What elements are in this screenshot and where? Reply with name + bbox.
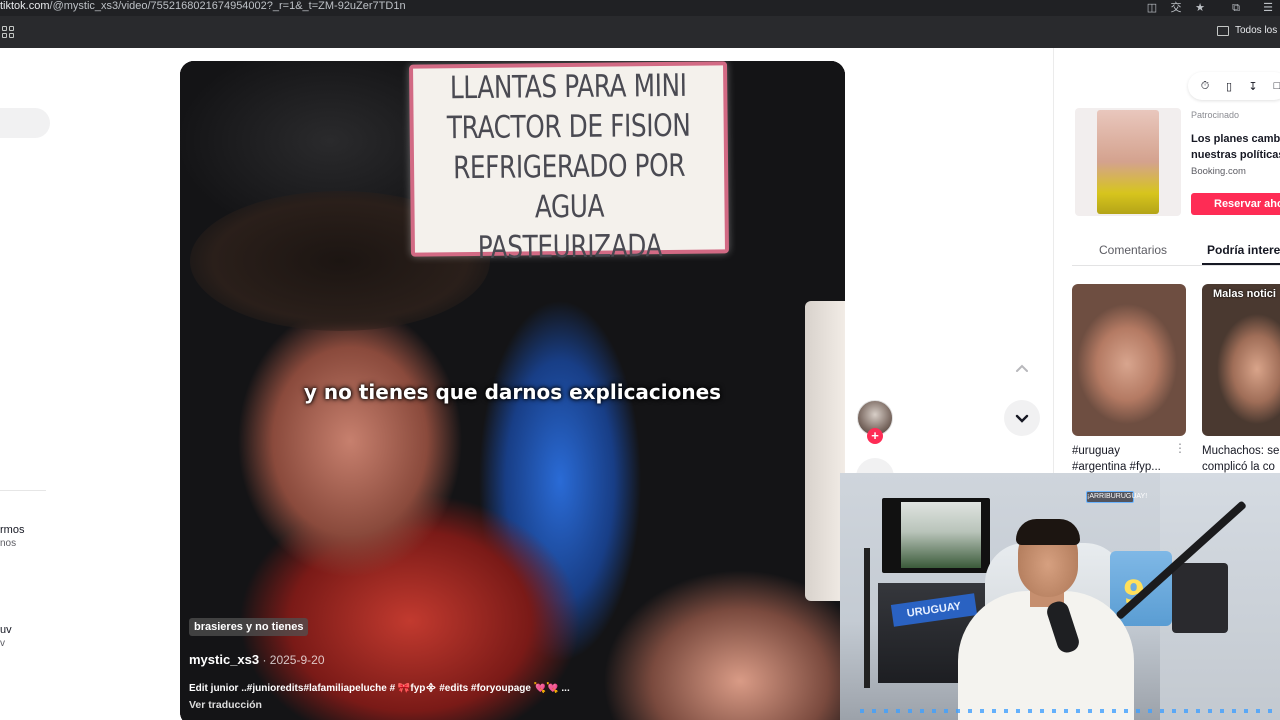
ad-title-line: nuestras políticas [1191,149,1280,161]
sidebar-item-label[interactable]: rmos [0,524,24,536]
url-text[interactable]: tiktok.com/@mystic_xs3/video/75521680216… [0,0,406,13]
active-tab-indicator [1202,263,1280,265]
bookmark-folder-all[interactable]: Todos los m [1217,25,1280,36]
video-actions-bar: ⏱ ▯ ↧ □ [1188,72,1280,100]
translate-link[interactable]: Ver traducción [189,699,262,711]
ad-thumbnail[interactable] [1075,108,1181,216]
previous-video-button[interactable] [1004,351,1040,387]
sign-line: TRACTOR DE FISION [446,107,691,147]
video-subtitle: y no tienes que darnos explicaciones [303,380,722,404]
sidebar-item-sub: nos [0,538,17,549]
panel-divider [1053,48,1054,478]
webcam-tv-screen [901,502,981,568]
apps-grid-icon[interactable] [2,26,14,38]
webcam-shelf [1172,563,1228,633]
related-video-caption[interactable]: Muchachos: se complicó la co [1202,443,1279,475]
compass-icon[interactable]: ⏱ [1198,79,1212,93]
related-video-caption[interactable]: #uruguay #argentina #fyp... [1072,443,1161,475]
sign-line: REFRIGERADO POR AGUA [452,147,686,226]
author-name[interactable]: mystic_xs3 [189,652,259,667]
post-date: · 2025-9-20 [259,653,325,667]
tab-related[interactable]: Podría interes [1207,243,1280,257]
browser-address-bar[interactable]: tiktok.com/@mystic_xs3/video/75521680216… [0,0,1280,16]
sign-line: LLANTAS PARA MINI [449,67,687,107]
ad-sponsored-label: Patrocinado [1191,110,1240,120]
sidebar-item-label[interactable]: uv [0,624,12,636]
sidebar-item-sub: v [0,638,5,649]
more-options-icon[interactable]: ⋮ [1174,441,1186,455]
video-author-line: mystic_xs3 · 2025-9-20 [189,652,325,667]
bookmark-folder-label: Todos los m [1235,25,1280,36]
translate-icon[interactable]: 交 [1164,0,1188,16]
webcam-overlay: URUGUAY ¡ARRIBURUGUAY! 9 [840,473,1280,720]
chevron-up-icon [1016,364,1028,372]
reading-list-icon[interactable]: ☰ [1256,0,1280,16]
thumbnail-overlay-text: Malas notici [1213,288,1276,300]
webcam-neon-sign: ¡ARRIBURUGUAY! [1086,491,1147,503]
next-video-button[interactable] [1004,400,1040,436]
bookmarks-bar: Todos los m [0,16,1280,48]
phone-icon[interactable]: ▯ [1222,79,1236,93]
video-frame-detail [805,301,845,601]
webcam-person-hair [1016,519,1080,545]
sidebar-divider [0,490,46,491]
url-path: /@mystic_xs3/video/7552168021674954002?_… [49,0,406,12]
video-sign: LLANTAS PARA MINI TRACTOR DE FISION REFR… [409,61,729,266]
tab-comments[interactable]: Comentarios [1099,243,1167,257]
url-domain: tiktok.com [0,0,50,12]
window-icon[interactable]: □ [1270,79,1280,93]
video-sound-tag[interactable]: brasieres y no tienes [189,618,309,636]
ad-domain: Booking.com [1191,166,1246,177]
related-video-thumbnail[interactable] [1072,284,1186,436]
webcam-led-strip [860,709,1280,713]
extensions-icon[interactable]: ⧉ [1224,0,1248,16]
ad-cta-button[interactable]: Reservar aho [1191,193,1280,215]
browser-toolbar-icons: ◫ 交 ★ ⧉ ☰ [1140,0,1280,16]
related-video-thumbnail[interactable]: Malas notici [1202,284,1280,436]
ad-title-line: Los planes cambi [1191,133,1280,145]
video-description: Edit junior ..#junioredits#lafamiliapelu… [189,683,570,694]
ad-image [1097,110,1159,214]
cast-icon[interactable]: ◫ [1140,0,1164,16]
webcam-light-stand [864,548,870,688]
caption-line: #uruguay [1072,445,1120,457]
video-player[interactable]: LLANTAS PARA MINI TRACTOR DE FISION REFR… [180,61,845,720]
panel-tabs: Comentarios Podría interes [1072,236,1280,266]
sidebar-search-box[interactable] [0,108,50,138]
follow-button[interactable]: + [867,428,883,444]
screen: tiktok.com/@mystic_xs3/video/75521680216… [0,0,1280,720]
bookmark-star-icon[interactable]: ★ [1188,0,1212,16]
chevron-down-icon [1015,414,1029,423]
folder-icon [1217,25,1229,36]
caption-line: Muchachos: se [1202,445,1280,457]
sign-line: PASTEURIZADA [477,228,663,266]
download-icon[interactable]: ↧ [1246,79,1260,93]
ad-title[interactable]: Los planes cambi nuestras políticas [1191,131,1280,163]
webcam-tv [882,498,990,573]
